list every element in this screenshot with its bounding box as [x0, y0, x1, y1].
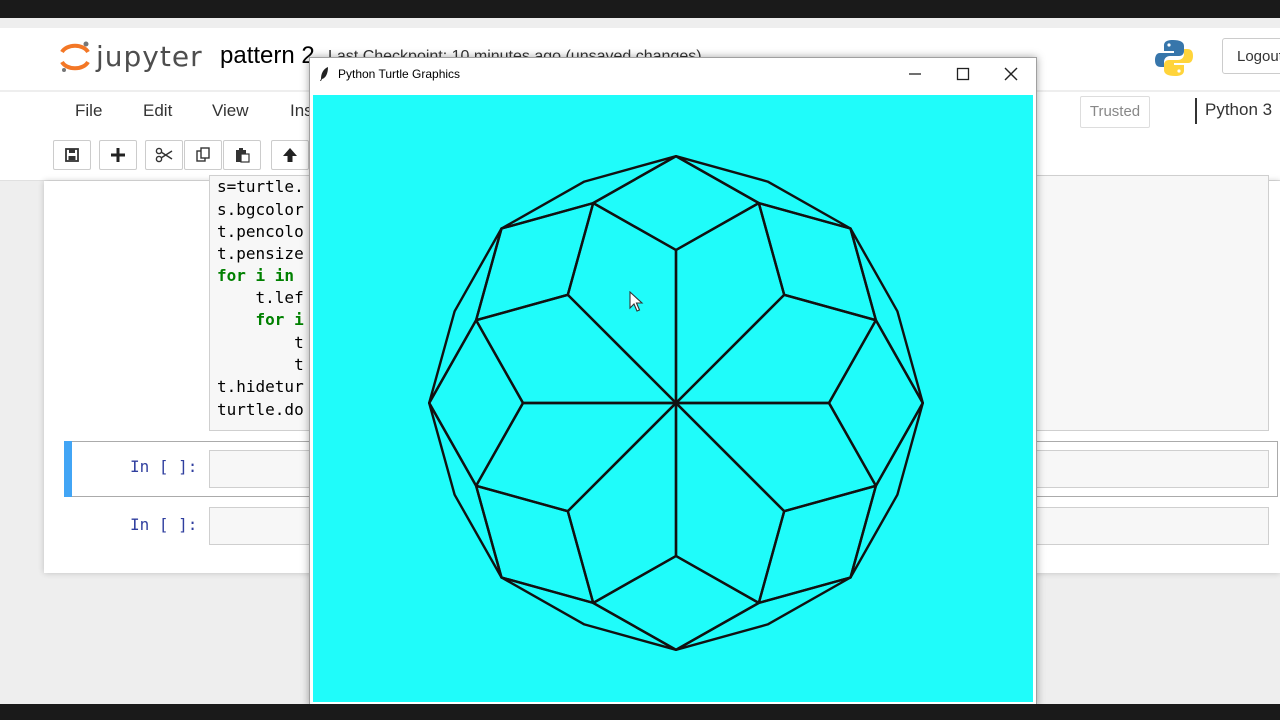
- move-up-button[interactable]: [271, 140, 309, 170]
- code-line: t.hidetur: [217, 377, 304, 396]
- outer-rhombus: [427, 318, 525, 487]
- arrow-up-icon: [283, 148, 297, 162]
- turtle-pattern-drawing: [427, 155, 924, 651]
- browser-top-bar: [0, 0, 1280, 18]
- cut-icon: [155, 147, 173, 163]
- save-icon: [65, 148, 79, 162]
- python-logo-icon: [1155, 40, 1193, 76]
- code-line: t: [217, 333, 304, 352]
- code-line: turtle.do: [217, 400, 304, 419]
- jupyter-logo-text[interactable]: jupyter: [96, 40, 203, 73]
- code-line: t.pensize: [217, 244, 304, 263]
- cell-prompt: In [ ]:: [130, 457, 198, 476]
- logout-button[interactable]: Logout: [1222, 38, 1280, 74]
- code-line: t.pencolo: [217, 222, 304, 241]
- code-line: for i: [217, 310, 304, 329]
- copy-icon: [196, 147, 210, 162]
- outer-rhombus: [827, 318, 924, 487]
- code-line: s=turtle.: [217, 177, 304, 196]
- selected-cell-indicator: [64, 441, 72, 497]
- minimize-icon[interactable]: [902, 63, 928, 85]
- kernel-divider: [1195, 98, 1197, 124]
- code-line: t: [217, 355, 304, 374]
- code-line: t.lef: [217, 288, 304, 307]
- paste-icon: [236, 148, 250, 163]
- insert-cell-button[interactable]: [99, 140, 137, 170]
- code-line: s.bgcolor: [217, 200, 304, 219]
- close-icon[interactable]: [998, 63, 1024, 85]
- code-line: for i in: [217, 266, 295, 285]
- feather-icon: [320, 67, 328, 81]
- maximize-icon[interactable]: [950, 63, 976, 85]
- paste-button[interactable]: [223, 140, 261, 170]
- save-button[interactable]: [53, 140, 91, 170]
- cell-prompt: In [ ]:: [130, 515, 198, 534]
- outer-rhombus: [592, 554, 760, 651]
- jupyter-logo-icon[interactable]: [58, 40, 92, 74]
- plus-icon: [111, 148, 125, 162]
- screen-bottom-bar: [0, 704, 1280, 720]
- menu-file[interactable]: File: [75, 101, 102, 121]
- menu-edit[interactable]: Edit: [143, 101, 172, 121]
- outer-rhombus: [592, 155, 760, 252]
- turtle-canvas[interactable]: [313, 95, 1033, 702]
- turtle-window-title: Python Turtle Graphics: [338, 67, 461, 81]
- trusted-badge[interactable]: Trusted: [1080, 96, 1150, 128]
- cut-button[interactable]: [145, 140, 183, 170]
- mouse-cursor-icon: [629, 291, 644, 312]
- copy-button[interactable]: [184, 140, 222, 170]
- menu-view[interactable]: View: [212, 101, 249, 121]
- notebook-title[interactable]: pattern 2: [220, 42, 315, 70]
- kernel-name[interactable]: Python 3: [1205, 100, 1272, 120]
